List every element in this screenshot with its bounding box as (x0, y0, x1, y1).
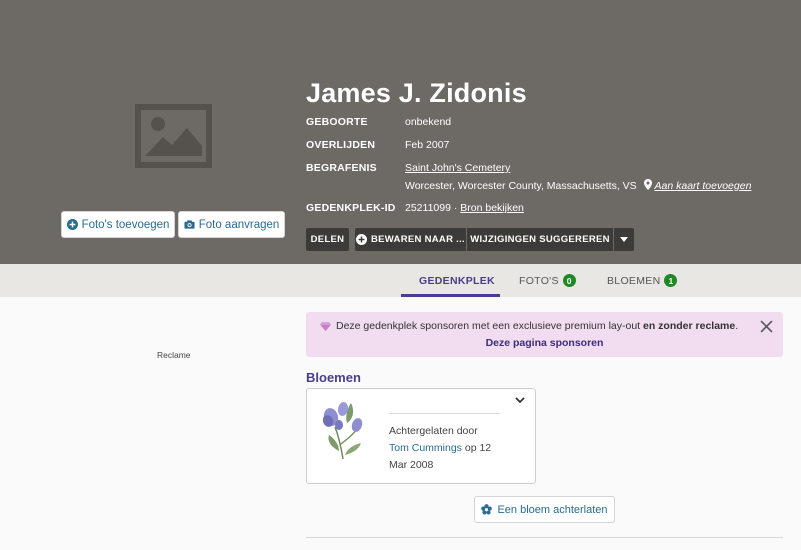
ad-label: Reclame (157, 350, 191, 360)
active-tab-indicator (401, 294, 500, 297)
tab-flowers[interactable]: BLOEMEN 1 (607, 264, 678, 297)
add-to-map-link[interactable]: Aan kaart toevoegen (655, 180, 752, 192)
left-by-label: Achtergelaten door (389, 425, 478, 437)
flower-date: Mar 2008 (389, 459, 434, 471)
flower-image (322, 402, 363, 460)
memorial-name: James J. Zidonis (306, 78, 527, 108)
caret-down-icon (620, 237, 628, 242)
fact-label: BEGRAFENIS (306, 162, 377, 174)
photo-count-badge: 0 (562, 274, 576, 287)
tab-memorial[interactable]: GEDENKPLEK (419, 264, 495, 297)
tab-label: GEDENKPLEK (419, 274, 495, 287)
flower-date-prefix: op 12 (464, 442, 492, 454)
card-divider (389, 413, 500, 414)
burial-location: Worcester, Worcester County, Massachuset… (405, 179, 751, 192)
leave-flower-label: Een bloem achterlaten (497, 503, 608, 516)
plus-circle-icon (66, 219, 78, 230)
diamond-icon (320, 321, 331, 331)
fact-label: OVERLIJDEN (306, 139, 376, 151)
flowers-section-title: Bloemen (306, 370, 361, 385)
save-to-label: BEWAREN NAAR ... (371, 234, 465, 245)
request-photo-button[interactable]: Foto aanvragen (178, 211, 285, 238)
image-placeholder-icon (135, 104, 212, 168)
add-photos-label: Foto's toevoegen (81, 218, 170, 231)
flower-author-link[interactable]: Tom Cummings (389, 442, 462, 454)
burial-location-text: Worcester, Worcester County, Massachuset… (405, 180, 637, 192)
more-actions-toggle[interactable] (613, 228, 634, 251)
flower-icon (481, 504, 493, 515)
map-pin-icon (643, 179, 652, 190)
sponsor-bold-text: en zonder reclame (643, 320, 736, 332)
flower-left-by: Achtergelaten door Tom Cummings op 12 Ma… (389, 423, 524, 474)
flower-card: Achtergelaten door Tom Cummings op 12 Ma… (306, 388, 536, 484)
tab-label: FOTO'S (519, 274, 559, 287)
flower-count-badge: 1 (664, 274, 678, 287)
plus-circle-icon (356, 234, 367, 245)
section-divider (306, 537, 783, 538)
view-source-link[interactable]: Bron bekijken (460, 202, 524, 214)
save-to-button[interactable]: BEWAREN NAAR ... (355, 228, 466, 251)
action-button-group: BEWAREN NAAR ... WIJZIGINGEN SUGGEREREN (355, 228, 634, 251)
suggest-edits-button[interactable]: WIJZIGINGEN SUGGEREREN (466, 228, 613, 251)
sponsor-suffix: . (735, 320, 739, 332)
close-icon[interactable] (760, 320, 773, 333)
tab-bar: GEDENKPLEK FOTO'S 0 BLOEMEN 1 (0, 264, 801, 297)
fact-label: GEDENKPLEK-ID (306, 202, 396, 214)
fact-label: GEBOORTE (306, 116, 368, 128)
fact-value: onbekend (405, 116, 452, 128)
request-photo-label: Foto aanvragen (198, 218, 280, 231)
camera-icon (184, 220, 195, 229)
memorial-id: 25211099 · (405, 202, 458, 214)
sponsor-banner: Deze gedenkplek sponsoren met een exclus… (306, 312, 783, 357)
chevron-down-icon[interactable] (515, 397, 525, 404)
tab-label: BLOEMEN (607, 274, 661, 287)
fact-value: Feb 2007 (405, 139, 450, 151)
sponsor-text: Deze gedenkplek sponsoren met een exclus… (336, 320, 641, 332)
memorial-id-value: 25211099 · Bron bekijken (405, 202, 524, 214)
cemetery-link[interactable]: Saint John's Cemetery (405, 162, 510, 174)
tab-photos[interactable]: FOTO'S 0 (519, 264, 576, 297)
share-button[interactable]: DELEN (306, 228, 349, 251)
sponsor-page-link[interactable]: Deze pagina sponsoren (306, 337, 783, 349)
sponsor-message: Deze gedenkplek sponsoren met een exclus… (320, 320, 738, 332)
leave-flower-button[interactable]: Een bloem achterlaten (474, 496, 615, 523)
add-photos-button[interactable]: Foto's toevoegen (61, 211, 175, 238)
